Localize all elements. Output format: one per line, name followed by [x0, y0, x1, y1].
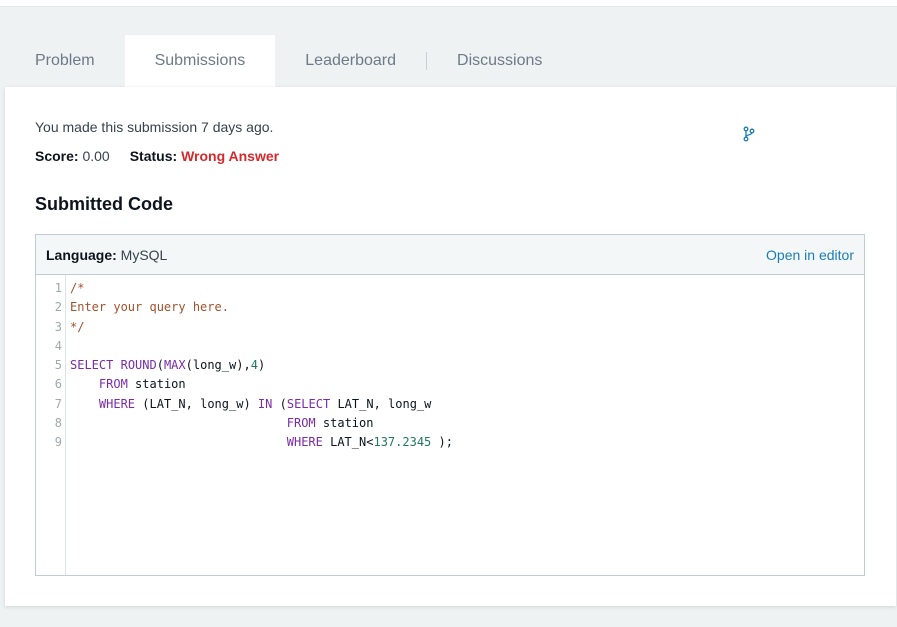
line-number: 2 — [54, 300, 62, 315]
section-title: Submitted Code — [35, 194, 173, 214]
code-header: Language: MySQL Open in editor — [36, 235, 864, 275]
tab-discussions[interactable]: Discussions — [427, 35, 572, 87]
line-number: 1 — [54, 281, 62, 295]
code-lines: /* Enter your query here. */ SELECT ROUN… — [70, 279, 453, 453]
line-number: 6 — [54, 377, 62, 392]
code-line: Enter your query here. — [70, 300, 229, 315]
line-number: 3 — [54, 319, 62, 334]
line-number: 9 — [54, 435, 62, 450]
status-label: Status: — [129, 148, 178, 164]
score-value: 0.00 — [82, 148, 110, 164]
code-viewer: Language: MySQL Open in editor 1 2 3 4 5… — [35, 234, 865, 576]
status-badge: Wrong Answer — [181, 148, 280, 164]
score-status-row: Score: 0.00 Status: Wrong Answer — [35, 148, 279, 164]
line-number-gutter: 1 2 3 4 5 6 7 8 9 — [36, 275, 66, 575]
language-indicator: Language: MySQL — [46, 247, 167, 263]
code-branch-icon[interactable] — [742, 126, 756, 142]
language-label: Language: — [46, 246, 117, 263]
code-line: WHERE LAT_N<137.2345 ); — [286, 435, 453, 450]
tab-leaderboard[interactable]: Leaderboard — [275, 35, 426, 87]
top-bar — [0, 0, 897, 7]
line-number: 8 — [54, 416, 62, 431]
status: Status: Wrong Answer — [130, 148, 279, 164]
code-body[interactable]: 1 2 3 4 5 6 7 8 9 /* Enter your query he… — [36, 275, 864, 575]
code-line: FROM station — [286, 416, 374, 431]
code-line: FROM station — [98, 377, 186, 392]
submission-time: You made this submission 7 days ago. — [35, 119, 274, 135]
open-in-editor-link[interactable]: Open in editor — [766, 247, 854, 263]
score: Score: 0.00 — [35, 148, 110, 164]
code-line: */ — [70, 319, 85, 334]
code-line: SELECT ROUND(MAX(long_w),4) — [70, 358, 266, 373]
language-value: MySQL — [120, 246, 168, 263]
line-number: 5 — [54, 358, 62, 373]
tab-problem[interactable]: Problem — [5, 35, 125, 87]
line-number: 7 — [54, 396, 62, 411]
code-line: /* — [70, 281, 85, 295]
line-number: 4 — [54, 338, 62, 353]
code-line: WHERE (LAT_N, long_w) IN (SELECT LAT_N, … — [98, 396, 432, 411]
score-label: Score: — [35, 148, 79, 164]
tab-bar: Problem Submissions Leaderboard Discussi… — [5, 35, 572, 87]
tab-submissions[interactable]: Submissions — [124, 35, 276, 87]
submission-card: You made this submission 7 days ago. Sco… — [5, 87, 896, 606]
